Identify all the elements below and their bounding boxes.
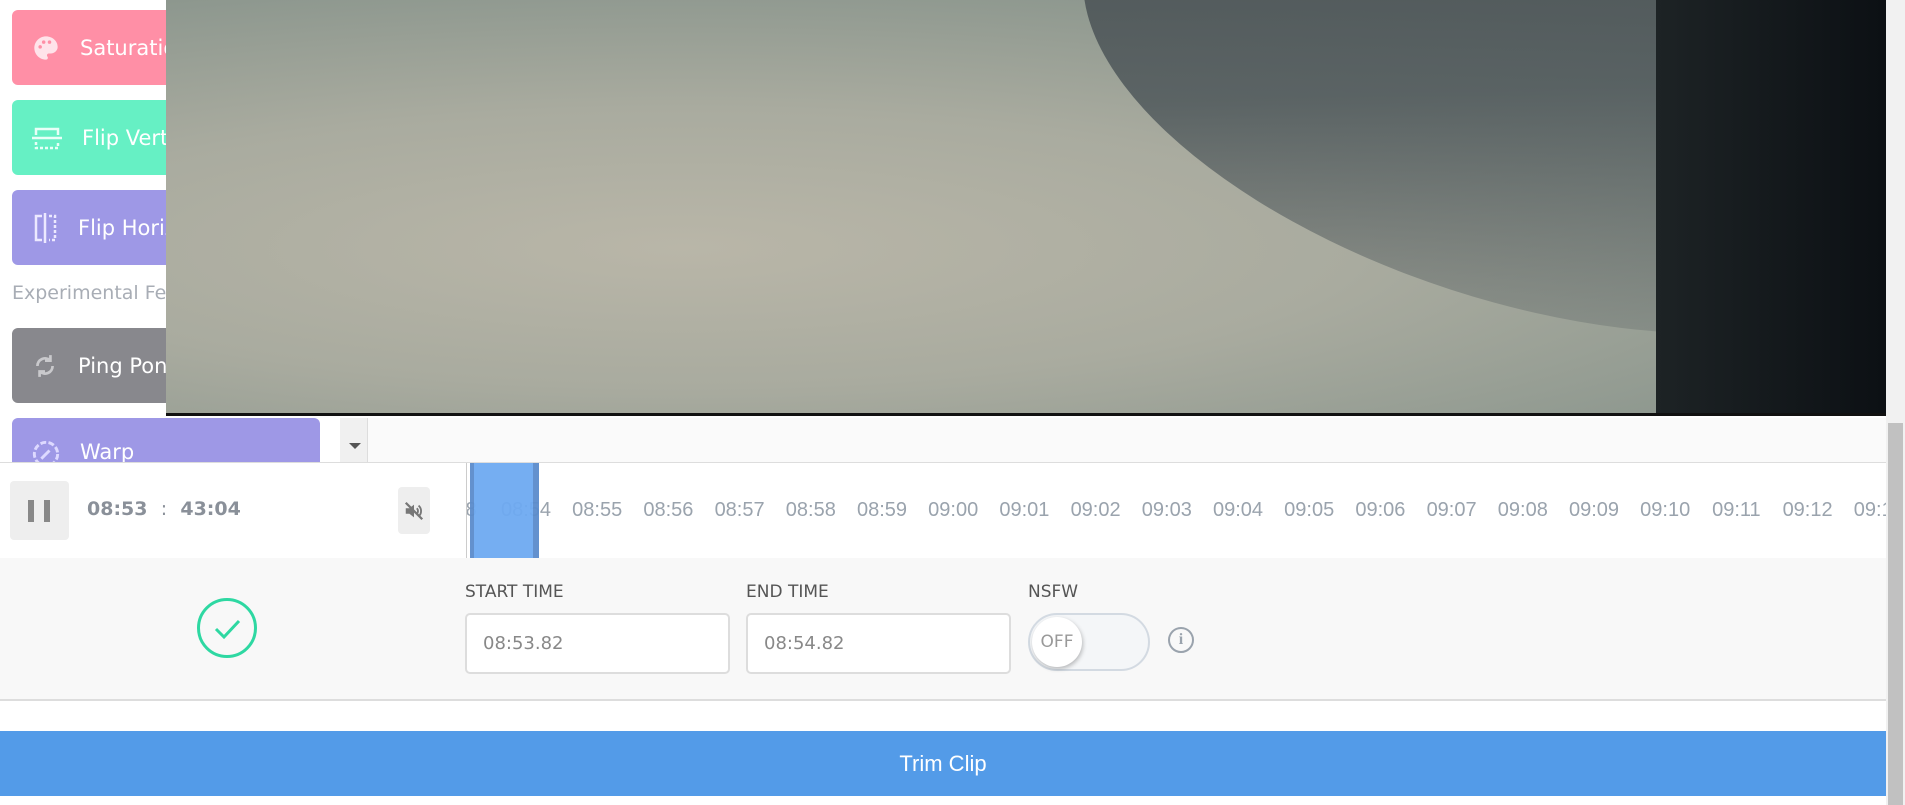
timeline-selection-handle[interactable] <box>470 463 539 558</box>
time-display: 08:53 : 43:04 <box>87 498 241 520</box>
start-time-label: START TIME <box>465 582 564 602</box>
video-preview[interactable] <box>166 0 1886 416</box>
timeline-tick-label: 09:09 <box>1568 499 1620 521</box>
filter-dropdown-toggle[interactable] <box>340 418 368 462</box>
start-time-input[interactable] <box>465 613 730 674</box>
palette-icon <box>34 35 58 60</box>
warp-label: Warp <box>80 440 135 462</box>
timeline-tick-label: 09:12 <box>1782 499 1833 521</box>
mute-button[interactable] <box>398 487 430 534</box>
flip-horizontal-icon <box>34 212 57 243</box>
end-time-label: END TIME <box>746 582 829 602</box>
refresh-icon <box>36 354 54 377</box>
trim-clip-button[interactable]: Trim Clip <box>0 731 1886 796</box>
timeline-tick-label: 09:02 <box>1070 499 1121 521</box>
player-controls: 08:53 : 43:04 808:5408:5508:5608:5708:58… <box>0 462 1886 559</box>
timeline-tick-label: 09:11 <box>1712 499 1761 521</box>
volume-mute-icon <box>404 501 424 520</box>
check-circle-icon <box>197 598 257 658</box>
timeline-tick-label: 09:06 <box>1355 499 1406 521</box>
timeline-tick-label: 08:55 <box>572 499 623 521</box>
timeline-tick-label: 08:56 <box>643 499 694 521</box>
nsfw-label: NSFW <box>1028 582 1079 602</box>
timeline-tick-label: 09:00 <box>928 499 979 521</box>
gauge-icon <box>32 440 60 462</box>
timeline-tick-label: 09:08 <box>1497 499 1548 521</box>
warp-button[interactable]: Warp <box>12 418 320 462</box>
pause-button[interactable] <box>10 481 69 540</box>
scrollbar-thumb[interactable] <box>1888 423 1903 805</box>
duration: 43:04 <box>180 498 241 520</box>
timeline-tick-label: 09:04 <box>1212 499 1264 521</box>
toolbar-strip <box>368 418 1886 462</box>
flip-vertical-icon <box>32 127 62 149</box>
end-time-input[interactable] <box>746 613 1011 674</box>
timeline-tick-label: 09:10 <box>1640 499 1691 521</box>
info-icon[interactable]: i <box>1168 627 1194 653</box>
time-separator: : <box>160 498 168 520</box>
trim-form: START TIME END TIME NSFW OFF i <box>0 558 1886 701</box>
timeline-tick-label: 08:58 <box>785 499 836 521</box>
caret-down-icon <box>349 443 361 449</box>
nsfw-toggle-knob: OFF <box>1032 617 1082 667</box>
timeline-tick-label: 09:13 <box>1853 499 1886 521</box>
timeline-tick-label: 08:57 <box>714 499 765 521</box>
pause-icon-bar <box>44 500 50 522</box>
video-dark-area <box>1656 0 1886 413</box>
timeline-tick-label: 09:03 <box>1141 499 1192 521</box>
timeline-tick-label: 09:05 <box>1284 499 1335 521</box>
nsfw-toggle[interactable]: OFF <box>1028 613 1150 671</box>
current-time: 08:53 <box>87 498 148 520</box>
timeline-track[interactable]: 808:5408:5508:5608:5708:5808:5909:0009:0… <box>466 463 1886 559</box>
timeline-tick-label: 08:59 <box>856 499 908 521</box>
timeline-tick-label: 09:07 <box>1426 499 1477 521</box>
timeline-tick-label: 09:01 <box>999 499 1050 521</box>
pause-icon <box>28 500 34 522</box>
